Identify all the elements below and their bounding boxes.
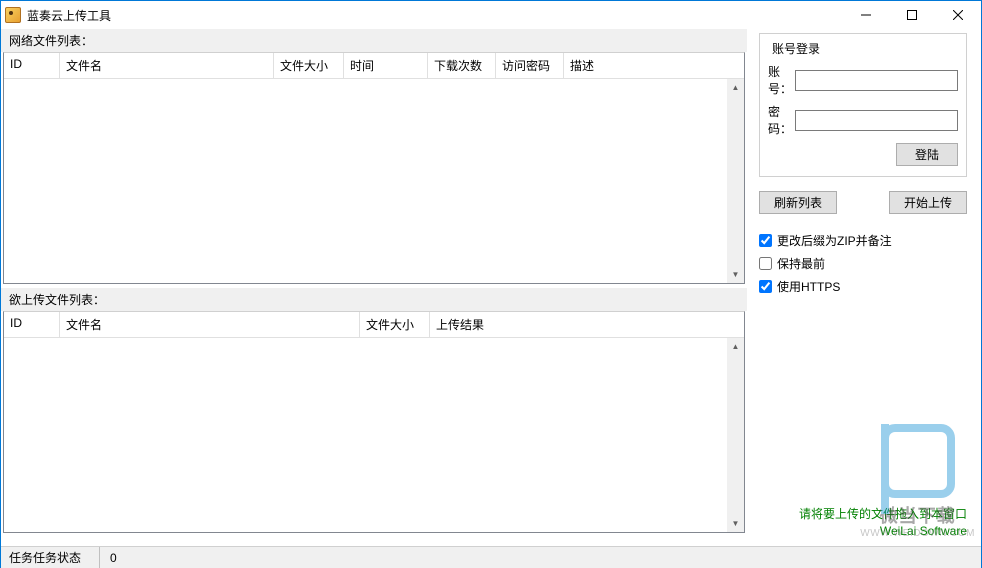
option-zip-remark[interactable]: 更改后缀为ZIP并备注 bbox=[759, 232, 967, 249]
refresh-button[interactable]: 刷新列表 bbox=[759, 191, 837, 214]
brand-name: WeiLai Software bbox=[759, 524, 967, 538]
col-size[interactable]: 文件大小 bbox=[360, 312, 430, 337]
account-input[interactable] bbox=[795, 70, 958, 91]
network-list-scrollbar[interactable]: ▲ ▼ bbox=[727, 79, 744, 283]
option-keep-on-top[interactable]: 保持最前 bbox=[759, 255, 967, 272]
network-list-label: 网络文件列表： bbox=[1, 29, 747, 52]
right-panel: 账号登录 账号： 密码： 登陆 刷新列表 开始上传 更改后缀为ZIP并备注 bbox=[747, 29, 979, 546]
col-name[interactable]: 文件名 bbox=[60, 312, 360, 337]
upload-list-body[interactable] bbox=[4, 338, 727, 532]
titlebar: 蓝奏云上传工具 bbox=[1, 1, 981, 29]
status-bar: 任务任务状态 0 bbox=[1, 546, 981, 568]
network-list-header: ID 文件名 文件大小 时间 下载次数 访问密码 描述 bbox=[4, 53, 744, 79]
password-label: 密码： bbox=[768, 103, 795, 137]
col-id[interactable]: ID bbox=[4, 312, 60, 337]
col-result[interactable]: 上传结果 bbox=[430, 312, 744, 337]
close-icon bbox=[953, 10, 963, 20]
upload-list-label: 欲上传文件列表： bbox=[1, 288, 747, 311]
network-file-list[interactable]: ID 文件名 文件大小 时间 下载次数 访问密码 描述 ▲ ▼ bbox=[3, 52, 745, 284]
option-use-https[interactable]: 使用HTTPS bbox=[759, 278, 967, 295]
keep-on-top-label: 保持最前 bbox=[777, 255, 825, 272]
upload-list-scrollbar[interactable]: ▲ ▼ bbox=[727, 338, 744, 532]
upload-file-list[interactable]: ID 文件名 文件大小 上传结果 ▲ ▼ bbox=[3, 311, 745, 533]
drag-hint: 请将要上传的文件拖入到本窗口 bbox=[759, 505, 967, 522]
col-password[interactable]: 访问密码 bbox=[496, 53, 564, 78]
login-title: 账号登录 bbox=[768, 40, 824, 57]
use-https-checkbox[interactable] bbox=[759, 280, 772, 293]
left-panel: 网络文件列表： ID 文件名 文件大小 时间 下载次数 访问密码 描述 ▲ ▼ … bbox=[1, 29, 747, 546]
start-upload-button[interactable]: 开始上传 bbox=[889, 191, 967, 214]
window-title: 蓝奏云上传工具 bbox=[27, 7, 843, 24]
password-input[interactable] bbox=[795, 110, 958, 131]
status-value: 0 bbox=[106, 549, 971, 567]
zip-remark-label: 更改后缀为ZIP并备注 bbox=[777, 232, 892, 249]
col-name[interactable]: 文件名 bbox=[60, 53, 274, 78]
upload-list-header: ID 文件名 文件大小 上传结果 bbox=[4, 312, 744, 338]
col-desc[interactable]: 描述 bbox=[564, 53, 744, 78]
col-id[interactable]: ID bbox=[4, 53, 60, 78]
col-size[interactable]: 文件大小 bbox=[274, 53, 344, 78]
col-downloads[interactable]: 下载次数 bbox=[428, 53, 496, 78]
app-icon bbox=[5, 7, 21, 23]
minimize-icon bbox=[861, 10, 871, 20]
minimize-button[interactable] bbox=[843, 1, 889, 29]
login-button[interactable]: 登陆 bbox=[896, 143, 958, 166]
login-groupbox: 账号登录 账号： 密码： 登陆 bbox=[759, 33, 967, 177]
maximize-icon bbox=[907, 10, 917, 20]
network-list-body[interactable] bbox=[4, 79, 727, 283]
scroll-down-icon: ▼ bbox=[729, 517, 742, 530]
use-https-label: 使用HTTPS bbox=[777, 278, 840, 295]
zip-remark-checkbox[interactable] bbox=[759, 234, 772, 247]
scroll-up-icon: ▲ bbox=[729, 81, 742, 94]
account-label: 账号： bbox=[768, 63, 795, 97]
scroll-down-icon: ▼ bbox=[729, 268, 742, 281]
footer-text: 请将要上传的文件拖入到本窗口 WeiLai Software bbox=[759, 503, 967, 538]
status-label: 任务任务状态 bbox=[5, 547, 100, 568]
window-controls bbox=[843, 1, 981, 29]
maximize-button[interactable] bbox=[889, 1, 935, 29]
col-time[interactable]: 时间 bbox=[344, 53, 428, 78]
scroll-up-icon: ▲ bbox=[729, 340, 742, 353]
keep-on-top-checkbox[interactable] bbox=[759, 257, 772, 270]
close-button[interactable] bbox=[935, 1, 981, 29]
